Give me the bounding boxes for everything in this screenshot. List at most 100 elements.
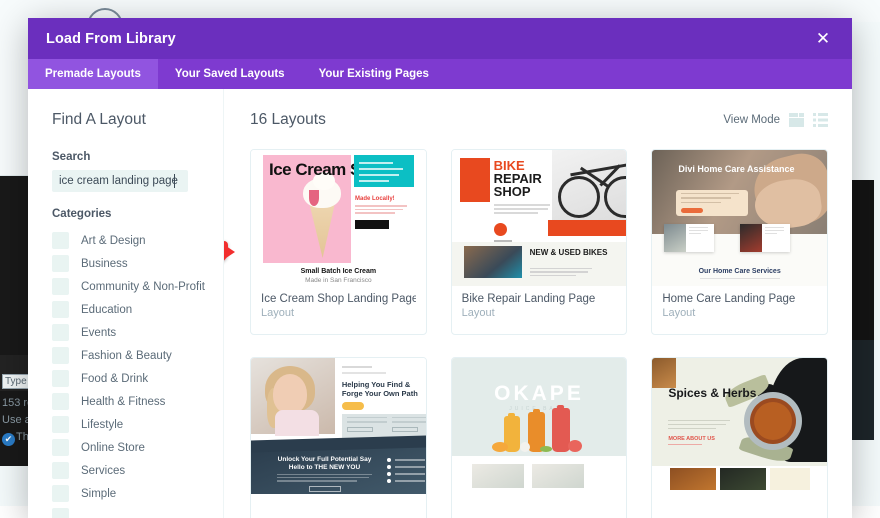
category-label: Education xyxy=(81,304,132,316)
category-label: Online Store xyxy=(81,442,145,454)
grid-view-icon[interactable] xyxy=(789,113,804,127)
tab-your-saved-layouts[interactable]: Your Saved Layouts xyxy=(158,59,302,89)
checkbox-icon[interactable] xyxy=(52,301,69,318)
thumb-heading: Spices & Herbs xyxy=(668,386,756,400)
thumb-caption-primary: Small Batch Ice Cream xyxy=(251,268,426,275)
card-subtitle: Layout xyxy=(462,307,617,319)
category-label: Lifestyle xyxy=(81,419,123,431)
layout-card-life-coach[interactable]: Helping You Find & Forge Your Own Path U… xyxy=(250,357,427,518)
checkbox-icon[interactable] xyxy=(52,439,69,456)
card-meta: Home Care Landing Page Layout xyxy=(652,286,827,319)
modal-body: Find A Layout Search Categories Art & De… xyxy=(28,89,852,518)
thumb-art-ice-cream: Ice Cream Shop Made Locally! Small Batch… xyxy=(251,150,426,286)
checkbox-icon[interactable] xyxy=(52,278,69,295)
thumb-heading: OKAPE xyxy=(452,382,627,406)
category-label: Simple xyxy=(81,488,116,500)
thumb-art-home-care: Divi Home Care Assistance Our Home Care … xyxy=(652,150,827,286)
category-label: Community & Non-Profit xyxy=(81,281,205,293)
checkbox-icon[interactable] xyxy=(52,508,69,518)
layout-thumbnail: Spices & Herbs MORE ABOUT US xyxy=(652,358,827,494)
tab-your-existing-pages[interactable]: Your Existing Pages xyxy=(302,59,446,89)
category-item-services[interactable]: Services xyxy=(52,459,223,482)
checkbox-icon[interactable] xyxy=(52,370,69,387)
checkbox-icon[interactable] xyxy=(52,393,69,410)
category-item-simple[interactable]: Simple xyxy=(52,482,223,505)
load-from-library-modal: Load From Library ✕ Premade Layouts Your… xyxy=(28,18,852,518)
thumb-subheading: NEW & USED BIKES xyxy=(530,248,608,257)
card-meta xyxy=(652,494,827,501)
check-icon: ✔ xyxy=(2,433,15,446)
category-item-events[interactable]: Events xyxy=(52,321,223,344)
thumb-made-locally: Made Locally! xyxy=(355,196,395,202)
search-input[interactable] xyxy=(52,170,188,192)
thumb-line-3: SHOP xyxy=(494,186,531,198)
checkbox-icon[interactable] xyxy=(52,255,69,272)
card-title: Home Care Landing Page xyxy=(662,293,817,305)
layout-thumbnail: OKAPE JUICE BARS xyxy=(452,358,627,494)
view-mode-group: View Mode xyxy=(723,113,828,127)
thumb-caption-secondary: Made in San Francisco xyxy=(251,277,426,284)
text-caret xyxy=(174,174,175,188)
layout-thumbnail: Ice Cream Shop Made Locally! Small Batch… xyxy=(251,150,426,286)
layout-thumbnail: BIKE REPAIR SHOP NEW & USED BIKES xyxy=(452,150,627,286)
category-item-business[interactable]: Business xyxy=(52,252,223,275)
category-label: Services xyxy=(81,465,125,477)
card-title: Bike Repair Landing Page xyxy=(462,293,617,305)
category-label: Events xyxy=(81,327,116,339)
thumb-heading: Divi Home Care Assistance xyxy=(678,164,794,175)
category-label: Art & Design xyxy=(81,235,146,247)
category-item-partial[interactable] xyxy=(52,505,223,518)
layout-thumbnail: Divi Home Care Assistance Our Home Care … xyxy=(652,150,827,286)
category-item-education[interactable]: Education xyxy=(52,298,223,321)
modal-title: Load From Library xyxy=(46,31,176,47)
layouts-count: 16 Layouts xyxy=(250,111,326,129)
category-item-health-fitness[interactable]: Health & Fitness xyxy=(52,390,223,413)
card-meta xyxy=(452,494,627,501)
checkbox-icon[interactable] xyxy=(52,485,69,502)
search-label: Search xyxy=(52,151,223,163)
category-label: Business xyxy=(81,258,128,270)
thumb-services-heading: Our Home Care Services xyxy=(652,268,827,275)
thumb-art-okape: OKAPE JUICE BARS xyxy=(452,358,627,494)
layout-card-spices-herbs[interactable]: Spices & Herbs MORE ABOUT US xyxy=(651,357,828,518)
view-mode-label: View Mode xyxy=(723,114,780,126)
layout-card-ice-cream-shop[interactable]: Ice Cream Shop Made Locally! Small Batch… xyxy=(250,149,427,335)
sidebar: Find A Layout Search Categories Art & De… xyxy=(28,89,224,518)
layout-card-okape-juice[interactable]: OKAPE JUICE BARS xyxy=(451,357,628,518)
category-item-food-drink[interactable]: Food & Drink xyxy=(52,367,223,390)
layout-card-bike-repair[interactable]: BIKE REPAIR SHOP NEW & USED BIKES xyxy=(451,149,628,335)
category-list: Art & Design Business Community & Non-Pr… xyxy=(52,229,223,518)
thumb-link: MORE ABOUT US xyxy=(668,436,715,442)
checkbox-icon[interactable] xyxy=(52,462,69,479)
checkbox-icon[interactable] xyxy=(52,347,69,364)
category-label: Food & Drink xyxy=(81,373,148,385)
list-view-icon[interactable] xyxy=(813,113,828,127)
category-label: Fashion & Beauty xyxy=(81,350,172,362)
categories-label: Categories xyxy=(52,208,223,220)
card-meta: Ice Cream Shop Landing Page Layout xyxy=(251,286,426,319)
search-field-wrapper xyxy=(52,170,188,192)
card-meta: Bike Repair Landing Page Layout xyxy=(452,286,627,319)
checkbox-icon[interactable] xyxy=(52,324,69,341)
card-title: Ice Cream Shop Landing Page xyxy=(261,293,416,305)
thumb-art-bike-repair: BIKE REPAIR SHOP NEW & USED BIKES xyxy=(452,150,627,286)
layouts-grid: Ice Cream Shop Made Locally! Small Batch… xyxy=(250,149,828,518)
modal-tabs: Premade Layouts Your Saved Layouts Your … xyxy=(28,59,852,89)
layouts-content: 1 16 Layouts View Mode xyxy=(224,89,852,518)
thumb-art-spices: Spices & Herbs MORE ABOUT US xyxy=(652,358,827,494)
tab-premade-layouts[interactable]: Premade Layouts xyxy=(28,59,158,89)
category-item-fashion-beauty[interactable]: Fashion & Beauty xyxy=(52,344,223,367)
close-icon[interactable]: ✕ xyxy=(812,28,834,50)
checkbox-icon[interactable] xyxy=(52,416,69,433)
modal-header: Load From Library ✕ xyxy=(28,18,852,59)
category-item-community-non-profit[interactable]: Community & Non-Profit xyxy=(52,275,223,298)
category-item-online-store[interactable]: Online Store xyxy=(52,436,223,459)
card-subtitle: Layout xyxy=(662,307,817,319)
sidebar-heading: Find A Layout xyxy=(52,111,223,129)
card-subtitle: Layout xyxy=(261,307,416,319)
content-header: 16 Layouts View Mode xyxy=(250,111,828,129)
category-item-lifestyle[interactable]: Lifestyle xyxy=(52,413,223,436)
checkbox-icon[interactable] xyxy=(52,232,69,249)
category-item-art-design[interactable]: Art & Design xyxy=(52,229,223,252)
layout-card-home-care[interactable]: Divi Home Care Assistance Our Home Care … xyxy=(651,149,828,335)
